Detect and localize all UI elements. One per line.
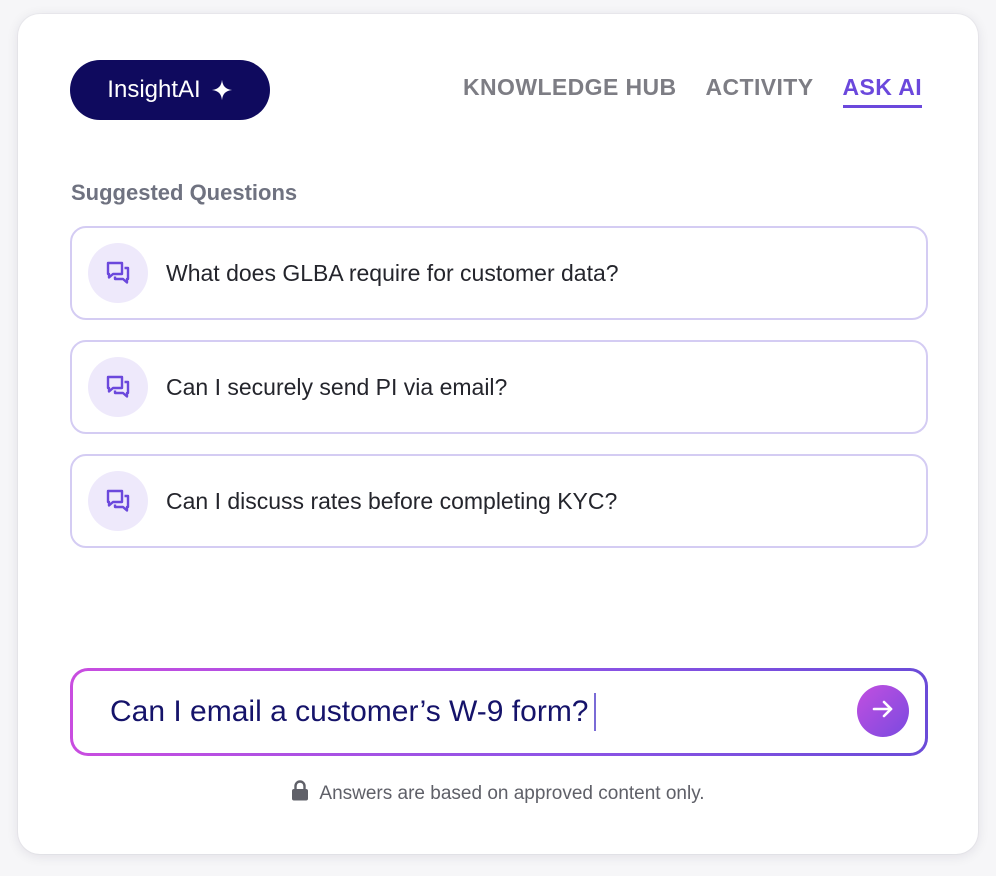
send-button[interactable] <box>857 685 909 737</box>
top-nav: KNOWLEDGE HUB ACTIVITY ASK AI <box>463 74 922 108</box>
suggested-question-text: Can I discuss rates before completing KY… <box>166 487 618 514</box>
suggested-question[interactable]: Can I securely send PI via email? <box>70 340 928 434</box>
ask-ai-panel: InsightAI KNOWLEDGE HUB ACTIVITY ASK AI … <box>18 14 978 854</box>
chat-bubbles-icon <box>88 471 148 531</box>
sparkle-icon <box>211 79 233 101</box>
suggested-question-text: Can I securely send PI via email? <box>166 373 508 400</box>
arrow-right-icon <box>870 696 896 727</box>
ask-input-field[interactable]: Can I email a customer’s W-9 form? <box>70 668 928 756</box>
suggested-question[interactable]: What does GLBA require for customer data… <box>70 226 928 320</box>
text-cursor <box>593 693 596 731</box>
disclaimer-text: Answers are based on approved content on… <box>319 782 705 804</box>
tab-knowledge-hub[interactable]: KNOWLEDGE HUB <box>463 74 676 108</box>
suggested-question[interactable]: Can I discuss rates before completing KY… <box>70 454 928 548</box>
disclaimer: Answers are based on approved content on… <box>18 780 978 807</box>
lock-icon <box>291 780 309 807</box>
tab-ask-ai[interactable]: ASK AI <box>842 74 922 108</box>
chat-bubbles-icon <box>88 357 148 417</box>
brand-logo[interactable]: InsightAI <box>70 60 270 120</box>
tab-activity[interactable]: ACTIVITY <box>706 74 814 108</box>
ask-input-value[interactable]: Can I email a customer’s W-9 form? <box>110 695 589 729</box>
chat-bubbles-icon <box>88 243 148 303</box>
brand-name: InsightAI <box>107 76 201 103</box>
suggested-questions-heading: Suggested Questions <box>71 180 298 205</box>
ask-input-inner[interactable]: Can I email a customer’s W-9 form? <box>73 671 925 753</box>
ask-input-value-wrap[interactable]: Can I email a customer’s W-9 form? <box>110 693 596 731</box>
suggested-question-text: What does GLBA require for customer data… <box>166 259 619 286</box>
